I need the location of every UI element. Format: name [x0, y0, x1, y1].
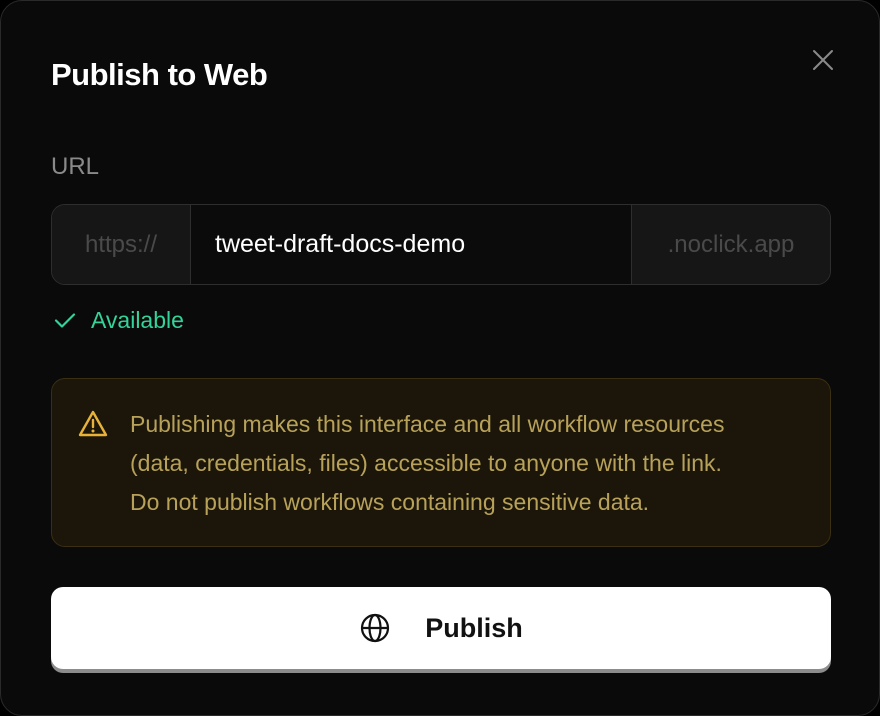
- url-label: URL: [51, 153, 100, 180]
- url-prefix: https://: [52, 205, 191, 284]
- warning-triangle-icon: [78, 410, 108, 437]
- warning-line: Publishing makes this interface and all …: [130, 411, 725, 437]
- warning-line: (data, credentials, files) accessible to…: [130, 450, 722, 476]
- publish-button[interactable]: Publish: [51, 587, 831, 669]
- url-suffix: .noclick.app: [631, 205, 830, 284]
- warning-callout: Publishing makes this interface and all …: [51, 378, 831, 547]
- globe-icon: [361, 613, 390, 643]
- availability-status: Available: [53, 305, 184, 335]
- availability-text: Available: [91, 307, 184, 333]
- warning-line: Do not publish workflows containing sens…: [130, 489, 650, 515]
- close-button[interactable]: [807, 44, 839, 76]
- check-icon: [54, 313, 76, 328]
- publish-label: Publish: [425, 612, 523, 643]
- url-field-group: https:// .noclick.app: [51, 204, 831, 285]
- warning-text: Publishing makes this interface and all …: [130, 405, 810, 522]
- publish-dialog: Publish to Web URL https:// .noclick.app…: [0, 0, 880, 716]
- close-icon: [813, 50, 833, 70]
- dialog-title: Publish to Web: [51, 57, 268, 92]
- url-slug-input[interactable]: [191, 205, 631, 284]
